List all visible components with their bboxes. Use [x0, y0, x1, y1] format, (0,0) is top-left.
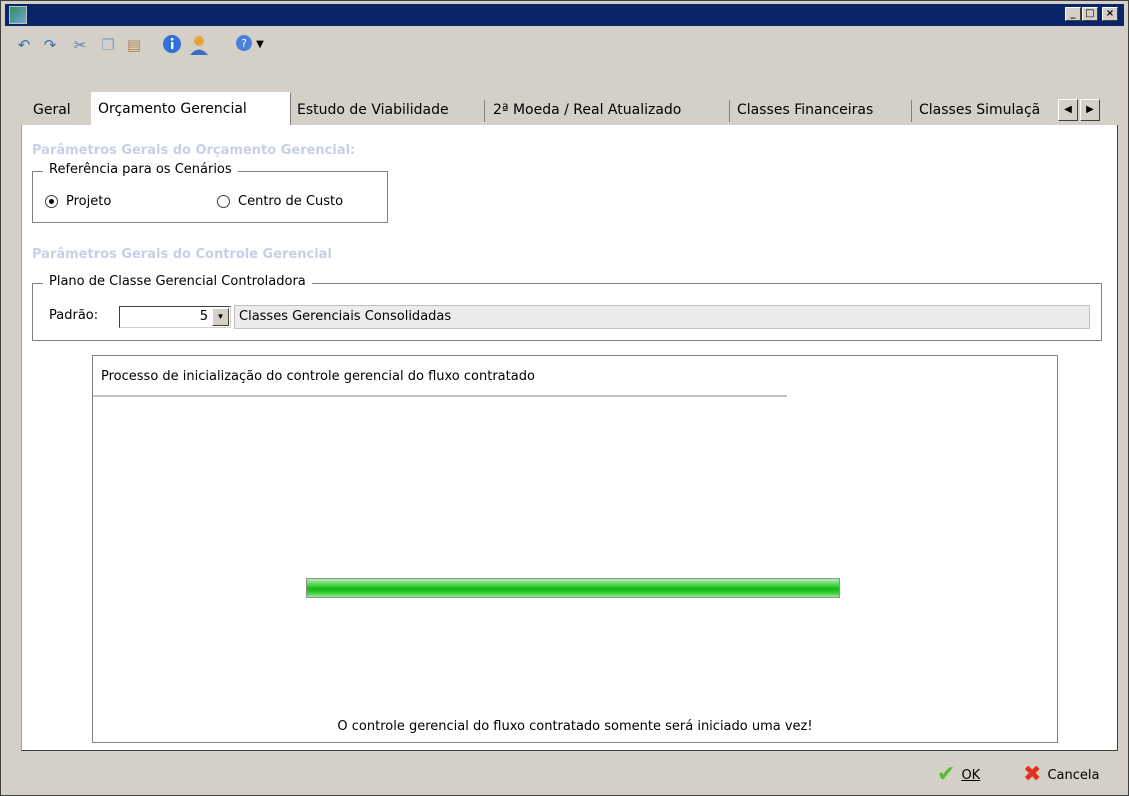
plano-classe-group-label: Plano de Classe Gerencial Controladora	[43, 274, 312, 289]
tab-geral[interactable]: Geral	[27, 95, 87, 125]
progress-bar	[306, 578, 840, 598]
dialog-window: _ □ × ↶ ↷ ✂ ❐ ▤ ? ▼ Geral Orçamento Gere…	[0, 0, 1129, 796]
cenarios-groupbox: Referência para os Cenários Projeto Cent…	[32, 162, 388, 223]
radio-projeto-indicator[interactable]	[45, 195, 58, 208]
process-title-divider	[93, 395, 787, 397]
radio-centro-custo-indicator[interactable]	[217, 195, 230, 208]
tab-classes-simulacao[interactable]: Classes Simulaçã	[913, 95, 1057, 125]
progress-bar-fill	[307, 579, 839, 597]
tab-scroll-right-button[interactable]: ▶	[1080, 99, 1100, 121]
tab-bar: Geral Orçamento Gerencial Estudo de Viab…	[5, 92, 1124, 126]
title-bar[interactable]: _ □ ×	[5, 4, 1124, 26]
ok-button-label: OK	[961, 767, 981, 783]
padrao-label: Padrão:	[49, 308, 99, 323]
process-footer-message: O controle gerencial do fluxo contratado…	[337, 719, 813, 734]
chevron-down-icon[interactable]: ▼	[212, 308, 229, 326]
toolbar: ↶ ↷ ✂ ❐ ▤ ? ▼	[5, 31, 1124, 57]
radio-projeto[interactable]: Projeto	[45, 194, 111, 209]
help-dropdown-icon[interactable]: ▼	[249, 34, 271, 56]
controle-section-title: Parâmetros Gerais do Controle Gerencial	[32, 247, 332, 262]
check-icon: ✔	[937, 762, 956, 787]
plano-classe-groupbox: Plano de Classe Gerencial Controladora P…	[32, 274, 1102, 341]
paste-icon[interactable]: ▤	[123, 34, 145, 56]
cut-icon[interactable]: ✂	[69, 34, 91, 56]
tab-estudo-viabilidade[interactable]: Estudo de Viabilidade	[291, 95, 481, 125]
minimize-button[interactable]: _	[1065, 7, 1081, 21]
tab-segunda-moeda[interactable]: 2ª Moeda / Real Atualizado	[487, 95, 727, 125]
tab-separator	[911, 100, 912, 122]
tab-orcamento-gerencial[interactable]: Orçamento Gerencial	[91, 92, 291, 126]
copy-icon[interactable]: ❐	[97, 34, 119, 56]
padrao-description-field: Classes Gerenciais Consolidadas	[234, 305, 1090, 329]
tab-separator	[484, 100, 485, 122]
ok-button[interactable]: ✔ OK	[937, 763, 980, 787]
svg-text:?: ?	[241, 37, 247, 50]
padrao-select[interactable]: 5 ▼	[119, 306, 231, 328]
cenarios-group-label: Referência para os Cenários	[43, 162, 238, 177]
radio-projeto-label: Projeto	[66, 194, 112, 209]
tab-classes-financeiras[interactable]: Classes Financeiras	[731, 95, 911, 125]
maximize-button[interactable]: □	[1082, 7, 1098, 21]
cancel-button-label: Cancela	[1047, 767, 1100, 783]
padrao-select-value: 5	[199, 309, 208, 324]
tab-scroll-left-button[interactable]: ◀	[1058, 99, 1078, 121]
radio-centro-custo-label: Centro de Custo	[238, 194, 344, 209]
bottom-bar: ✔ OK ✖ Cancela	[5, 753, 1124, 795]
close-button[interactable]: ×	[1102, 7, 1118, 21]
app-icon	[9, 6, 27, 24]
radio-centro-custo[interactable]: Centro de Custo	[217, 194, 343, 209]
user-icon[interactable]	[187, 34, 209, 56]
process-panel: Processo de inicialização do controle ge…	[92, 355, 1058, 743]
cancel-button[interactable]: ✖ Cancela	[1023, 763, 1099, 787]
undo-icon[interactable]: ↶	[13, 34, 35, 56]
tab-separator	[729, 100, 730, 122]
info-icon[interactable]	[161, 34, 183, 56]
orcamento-section-title: Parâmetros Gerais do Orçamento Gerencial…	[32, 143, 356, 158]
close-icon: ✖	[1023, 762, 1042, 787]
tab-panel-orcamento: Parâmetros Gerais do Orçamento Gerencial…	[21, 125, 1118, 751]
process-title: Processo de inicialização do controle ge…	[101, 369, 535, 384]
redo-icon[interactable]: ↷	[39, 34, 61, 56]
